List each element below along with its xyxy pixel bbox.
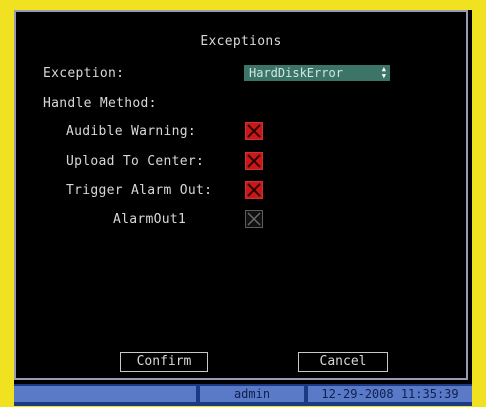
exceptions-dialog: Exceptions Exception: HardDiskError ▲ ▼ H… [14,10,468,380]
trigger-alarm-out-checkbox[interactable] [245,181,263,199]
exception-select-value: HardDiskError [249,66,343,80]
alarmout1-checkbox[interactable] [245,210,263,228]
audible-warning-label: Audible Warning: [66,124,197,139]
trigger-alarm-out-label: Trigger Alarm Out: [66,183,213,198]
status-user: admin [200,386,304,402]
cancel-button[interactable]: Cancel [298,352,388,372]
confirm-button[interactable]: Confirm [120,352,208,372]
exception-select[interactable]: HardDiskError ▲ ▼ [244,65,390,81]
up-down-arrow-icon: ▲ ▼ [381,65,386,80]
alarmout1-label: AlarmOut1 [113,212,187,227]
dialog-title: Exceptions [200,34,282,49]
status-bar: admin 12-29-2008 11:35:39 [14,384,472,406]
x-mark-icon [247,124,261,138]
handle-method-label: Handle Method: [43,96,157,111]
status-datetime: 12-29-2008 11:35:39 [308,386,472,402]
status-segment-empty [14,386,196,402]
exception-label: Exception: [43,66,125,81]
audible-warning-checkbox[interactable] [245,122,263,140]
x-mark-icon [247,212,261,226]
upload-to-center-checkbox[interactable] [245,152,263,170]
upload-to-center-label: Upload To Center: [66,154,205,169]
x-mark-icon [247,183,261,197]
x-mark-icon [247,154,261,168]
dvr-screen: Exceptions Exception: HardDiskError ▲ ▼ H… [14,10,472,406]
